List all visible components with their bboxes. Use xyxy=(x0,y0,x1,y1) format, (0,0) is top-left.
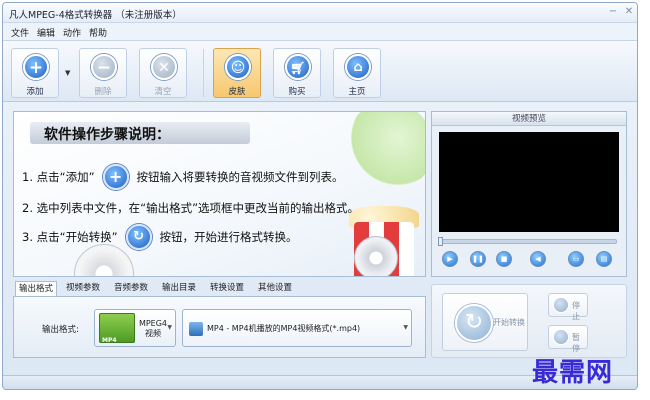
convert-icon: ↻ xyxy=(455,304,493,342)
smiley-icon: ☺ xyxy=(225,54,251,80)
menu-file[interactable]: 文件 xyxy=(11,26,29,39)
stop-label: 停止 xyxy=(572,301,580,321)
step-3-text-a: 3. 点击“开始转换” xyxy=(22,230,118,244)
step-1-text-a: 1. 点击“添加” xyxy=(22,170,95,184)
add-dropdown-icon[interactable]: ▼ xyxy=(65,69,70,77)
skin-label: 皮肤 xyxy=(228,87,246,97)
window-title: 凡人MPEG-4格式转换器 （未注册版本） xyxy=(9,10,182,21)
add-label: 添加 xyxy=(26,87,44,97)
seek-handle[interactable] xyxy=(438,237,443,246)
title-bar: 凡人MPEG-4格式转换器 （未注册版本） − ✕ xyxy=(3,3,637,23)
volume-icon[interactable]: ◀ xyxy=(530,251,546,267)
green-arrow-decoration xyxy=(344,112,425,192)
mp4-icon: MP4 xyxy=(99,313,135,344)
pause-icon xyxy=(553,329,569,345)
minus-icon: − xyxy=(91,54,117,80)
clear-button[interactable]: ✕ 清空 xyxy=(139,48,187,98)
stop-icon xyxy=(553,297,569,313)
mp4-icon-text: MP4 xyxy=(102,337,117,344)
banner-title-bar: 软件操作步骤说明： xyxy=(30,122,250,144)
watermark-text: 最需网 xyxy=(532,358,614,388)
tab-video-params[interactable]: 视频参数 xyxy=(63,281,103,297)
app-window: 凡人MPEG-4格式转换器 （未注册版本） − ✕ 文件 编辑 动作 帮助 + … xyxy=(2,2,638,390)
pause-label: 暂停 xyxy=(572,333,580,353)
format-file-icon xyxy=(189,322,203,336)
step-2-text: 2. 选中列表中文件，在“输出格式”选项框中更改当前的输出格式。 xyxy=(22,201,360,215)
start-convert-step-icon: ↻ xyxy=(125,224,152,250)
step-1: 1. 点击“添加” + 按钮输入将要转换的音视频文件到列表。 xyxy=(22,164,344,190)
step-3: 3. 点击“开始转换” ↻ 按钮，开始进行格式转换。 xyxy=(22,224,298,250)
home-label: 主页 xyxy=(348,87,366,97)
video-screen xyxy=(439,132,619,232)
snapshot-icon[interactable]: ▭ xyxy=(568,251,584,267)
output-format-select[interactable]: MP4 - MP4机播放的MP4视频格式(*.mp4) ▼ xyxy=(182,309,412,347)
start-convert-button[interactable]: ↻ 开始转换 xyxy=(442,293,528,351)
output-format-value: MP4 - MP4机播放的MP4视频格式(*.mp4) xyxy=(207,324,361,333)
pause-icon[interactable]: ❚❚ xyxy=(470,251,486,267)
cart-icon: 🛒︎ xyxy=(285,54,311,80)
close-icon[interactable]: ✕ xyxy=(623,6,635,18)
clear-label: 清空 xyxy=(154,87,172,97)
toolbar: + 添加 ▼ − 删除 ✕ 清空 ☺ 皮肤 🛒︎ 购买 ⌂ 主页 xyxy=(3,40,637,102)
settings-tabs: 输出格式 视频参数 音频参数 输出目录 转换设置 其他设置 xyxy=(13,281,431,297)
tab-output-format[interactable]: 输出格式 xyxy=(15,281,58,297)
delete-label: 删除 xyxy=(94,87,112,97)
step-1-text-b: 按钮输入将要转换的音视频文件到列表。 xyxy=(136,170,344,184)
home-button[interactable]: ⌂ 主页 xyxy=(333,48,381,98)
tab-output-dir[interactable]: 输出目录 xyxy=(159,281,199,297)
delete-button[interactable]: − 删除 xyxy=(79,48,127,98)
buy-button[interactable]: 🛒︎ 购买 xyxy=(273,48,321,98)
clear-icon: ✕ xyxy=(151,54,177,80)
pause-button[interactable]: 暂停 xyxy=(548,325,588,353)
add-step-icon: + xyxy=(102,164,129,190)
folder-icon[interactable]: ▤ xyxy=(596,251,612,267)
menu-action[interactable]: 动作 xyxy=(63,26,81,39)
add-icon: + xyxy=(23,54,49,80)
menu-edit[interactable]: 编辑 xyxy=(37,26,55,39)
seek-bar[interactable] xyxy=(438,237,617,246)
add-button[interactable]: + 添加 xyxy=(11,48,59,98)
format-type-select[interactable]: MP4 MPEG4视频 ▼ xyxy=(94,309,176,347)
format-type-text: MPEG4视频 xyxy=(138,319,168,338)
tab-other-settings[interactable]: 其他设置 xyxy=(255,281,295,297)
stop-icon[interactable]: ■ xyxy=(496,251,512,267)
home-icon: ⌂ xyxy=(345,54,371,80)
buy-label: 购买 xyxy=(288,87,306,97)
menu-bar: 文件 编辑 动作 帮助 xyxy=(3,23,637,39)
step-2: 2. 选中列表中文件，在“输出格式”选项框中更改当前的输出格式。 xyxy=(22,200,359,216)
menu-help[interactable]: 帮助 xyxy=(89,26,107,39)
video-preview-panel: 视频预览 ▶ ❚❚ ■ ◀ ▭ ▤ xyxy=(431,111,627,277)
output-format-panel: 输出格式: MP4 MPEG4视频 ▼ MP4 - MP4机播放的MP4视频格式… xyxy=(13,296,426,358)
instructions-banner: 软件操作步骤说明： 1. 点击“添加” + 按钮输入将要转换的音视频文件到列表。 2… xyxy=(13,111,426,277)
output-format-label: 输出格式: xyxy=(42,325,79,335)
convert-panel: ↻ 开始转换 停止 暂停 xyxy=(431,284,627,358)
minimize-icon[interactable]: − xyxy=(607,6,619,18)
disc-decoration-2 xyxy=(354,236,398,276)
step-3-text-b: 按钮，开始进行格式转换。 xyxy=(159,230,298,244)
chevron-down-icon: ▼ xyxy=(403,324,408,331)
banner-title: 软件操作步骤说明： xyxy=(44,127,170,143)
tab-audio-params[interactable]: 音频参数 xyxy=(111,281,151,297)
chevron-down-icon: ▼ xyxy=(167,324,172,331)
tab-convert-settings[interactable]: 转换设置 xyxy=(207,281,247,297)
toolbar-separator xyxy=(203,49,204,97)
start-convert-label: 开始转换 xyxy=(493,318,525,327)
preview-title: 视频预览 xyxy=(432,112,626,126)
skin-button[interactable]: ☺ 皮肤 xyxy=(213,48,261,98)
play-icon[interactable]: ▶ xyxy=(442,251,458,267)
stop-button[interactable]: 停止 xyxy=(548,293,588,321)
